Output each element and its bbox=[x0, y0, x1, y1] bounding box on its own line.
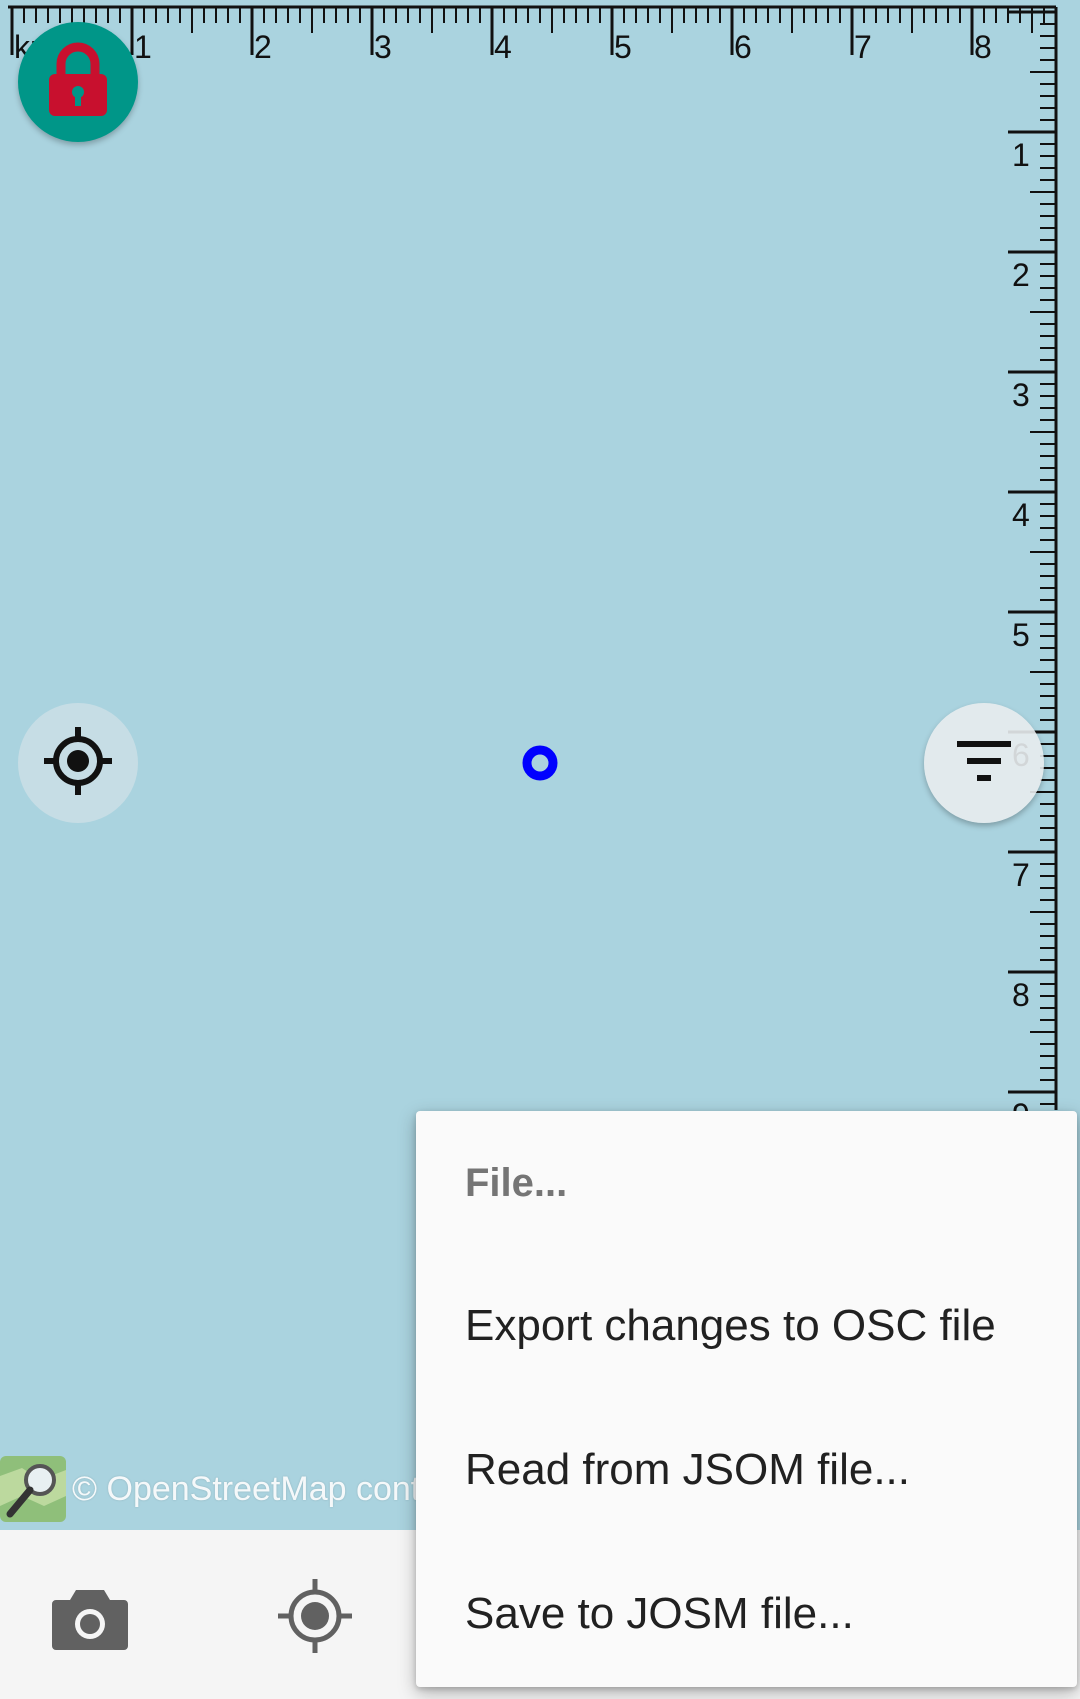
ruler-right-label: 3 bbox=[1012, 377, 1030, 413]
lock-button[interactable] bbox=[18, 22, 138, 142]
ruler-top-label: 1 bbox=[134, 29, 152, 65]
ruler-right-label: 2 bbox=[1012, 257, 1030, 293]
camera-icon bbox=[52, 1586, 128, 1655]
menu-header-file: File... bbox=[465, 1161, 568, 1205]
camera-button[interactable] bbox=[50, 1580, 130, 1660]
menu-item-export-osc[interactable]: Export changes to OSC file bbox=[465, 1301, 996, 1351]
ruler-top-label: 4 bbox=[494, 29, 512, 65]
lock-icon bbox=[47, 42, 109, 123]
ruler-right-label: 4 bbox=[1012, 497, 1030, 533]
gps-follow-button[interactable] bbox=[18, 703, 138, 823]
ruler-right-label: 7 bbox=[1012, 857, 1030, 893]
ruler-right-label: 8 bbox=[1012, 977, 1030, 1013]
gps-mode-button[interactable] bbox=[275, 1578, 355, 1658]
menu-item-read-josm[interactable]: Read from JSOM file... bbox=[465, 1445, 910, 1495]
current-position-marker bbox=[522, 745, 558, 781]
file-menu-popup: File... Export changes to OSC file Read … bbox=[416, 1111, 1077, 1687]
ruler-top-label: 7 bbox=[854, 29, 872, 65]
menu-item-save-josm[interactable]: Save to JOSM file... bbox=[465, 1589, 854, 1639]
osm-logo-icon bbox=[0, 1456, 66, 1522]
gps-fixed-icon bbox=[44, 726, 112, 800]
ruler-top-label: 3 bbox=[374, 29, 392, 65]
ruler-right-label: 5 bbox=[1012, 617, 1030, 653]
ruler-top-label: 2 bbox=[254, 29, 272, 65]
ruler-top-label: 5 bbox=[614, 29, 632, 65]
filter-icon bbox=[955, 739, 1013, 788]
gps-icon bbox=[278, 1578, 352, 1658]
ruler-top-label: 8 bbox=[974, 29, 992, 65]
ruler-right-label: 1 bbox=[1012, 137, 1030, 173]
filter-button[interactable] bbox=[924, 703, 1044, 823]
ruler-top-label: 6 bbox=[734, 29, 752, 65]
